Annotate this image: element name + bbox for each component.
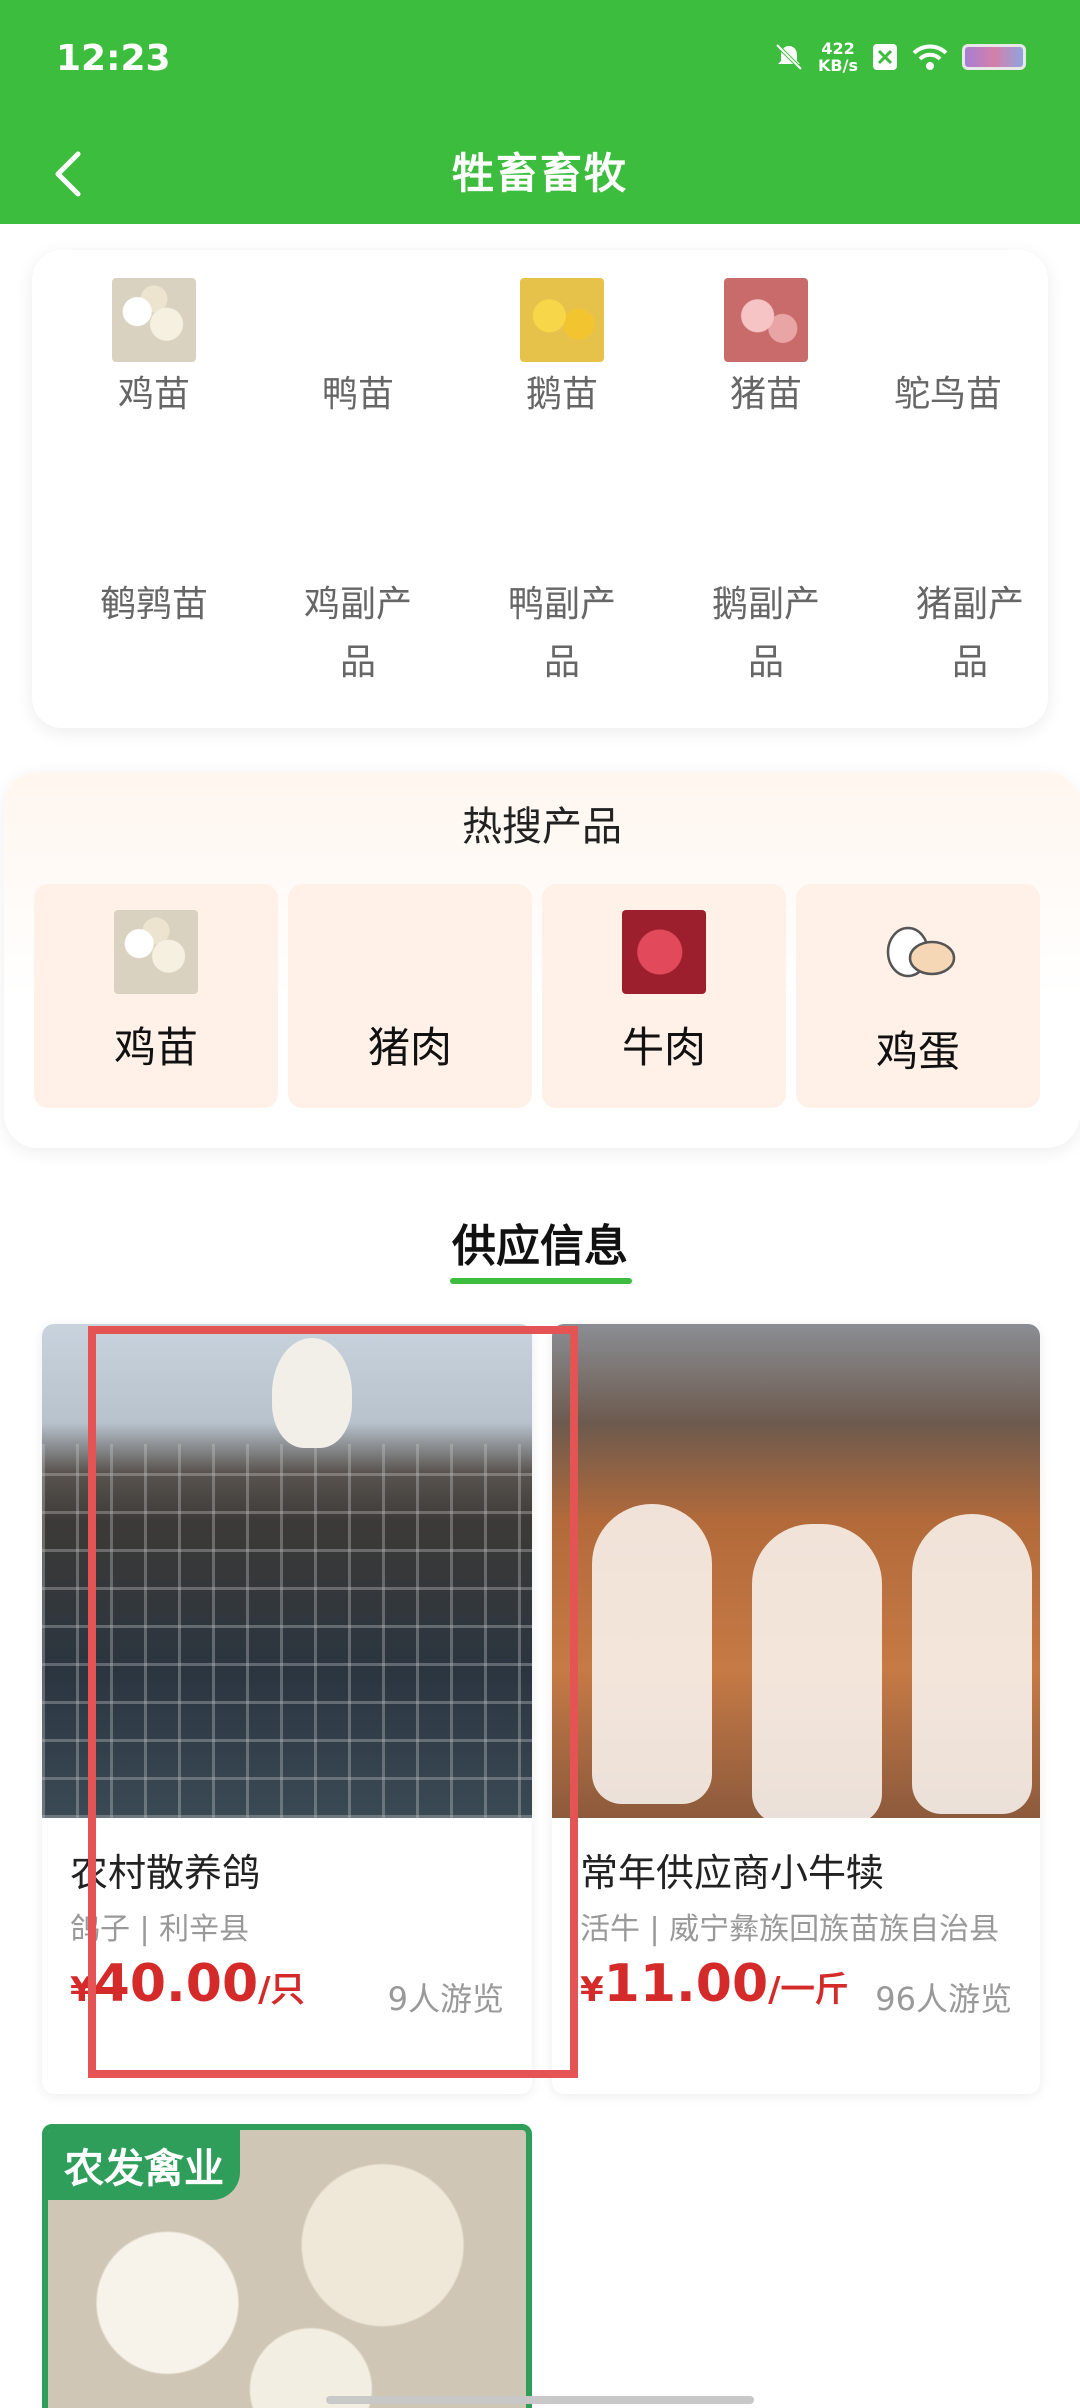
vendor-badge: 农发禽业: [48, 2130, 240, 2200]
status-icons: 422 KB/s: [774, 40, 1026, 74]
hot-search-panel: 热搜产品 鸡苗 猪肉 牛肉 鸡蛋: [4, 772, 1080, 1148]
category-item-goose-byproduct[interactable]: 鹅副产品: [698, 576, 834, 692]
piglet-thumbnail: [724, 278, 808, 362]
app-bar: 牲畜畜牧: [0, 124, 1080, 224]
egg-icon: [886, 926, 956, 978]
hot-item-beef[interactable]: 牛肉: [542, 884, 786, 1108]
supply-section-title[interactable]: 供应信息: [0, 1210, 1080, 1274]
net-speed: 422 KB/s: [818, 39, 858, 75]
product-card-pigeon[interactable]: 农村散养鸽 鸽子 | 利辛县 ¥40.00/只 9人游览: [42, 1324, 532, 2094]
hot-item-pork[interactable]: 猪肉: [288, 884, 532, 1108]
hot-search-title: 热搜产品: [462, 804, 622, 850]
product-views: 9人游览: [387, 1980, 504, 2018]
status-bar: 12:23 422 KB/s: [0, 0, 1080, 124]
category-item-duck-byproduct[interactable]: 鸭副产品: [494, 576, 630, 692]
hot-item-egg[interactable]: 鸡蛋: [796, 884, 1040, 1108]
category-item-gosling[interactable]: 鹅苗: [472, 278, 652, 424]
wifi-icon: [912, 44, 948, 70]
category-item-duckling[interactable]: 鸭苗: [268, 366, 448, 424]
chick-thumbnail: [112, 278, 196, 362]
category-item-ostrich[interactable]: 鸵鸟苗: [858, 366, 1038, 424]
product-views: 96人游览: [875, 1980, 1012, 2018]
category-item-pig-byproduct[interactable]: 猪副产品: [902, 576, 1038, 692]
gosling-thumbnail: [520, 278, 604, 362]
tab-underline: [450, 1278, 632, 1284]
category-item-chicken-byproduct[interactable]: 鸡副产品: [290, 576, 426, 692]
product-price: ¥40.00/只: [70, 1954, 305, 2014]
home-indicator[interactable]: [326, 2396, 754, 2404]
product-card-calf[interactable]: 常年供应商小牛犊 活牛 | 威宁彝族回族苗族自治县 ¥11.00/一斤 96人游…: [552, 1324, 1040, 2094]
hot-item-chick[interactable]: 鸡苗: [34, 884, 278, 1108]
category-item-chick[interactable]: 鸡苗: [64, 278, 244, 424]
product-image-pigeon: [42, 1324, 532, 1818]
battery-icon: [962, 44, 1026, 70]
category-grid: 鸡苗 鸭苗 鹅苗 猪苗 鸵鸟苗 鹌鹑苗 鸡副产品 鸭副产品 鹅副产品 猪副产品: [32, 250, 1048, 728]
product-meta: 活牛 | 威宁彝族回族苗族自治县: [580, 1912, 1000, 1947]
product-name: 农村散养鸽: [70, 1851, 261, 1895]
product-card-chicks[interactable]: 农发禽业: [42, 2124, 532, 2408]
mute-bell-icon: [775, 43, 803, 71]
chick-thumbnail: [114, 910, 198, 994]
beef-thumbnail: [622, 910, 706, 994]
category-item-quail[interactable]: 鹌鹑苗: [64, 576, 244, 634]
category-item-piglet[interactable]: 猪苗: [676, 278, 856, 424]
product-meta: 鸽子 | 利辛县: [70, 1912, 250, 1947]
status-time: 12:23: [56, 38, 171, 79]
product-image-calves: [552, 1324, 1040, 1818]
product-name: 常年供应商小牛犊: [580, 1851, 885, 1895]
page-title: 牲畜畜牧: [451, 149, 628, 198]
sim-x-icon: [873, 44, 897, 70]
product-price: ¥11.00/一斤: [580, 1954, 849, 2014]
